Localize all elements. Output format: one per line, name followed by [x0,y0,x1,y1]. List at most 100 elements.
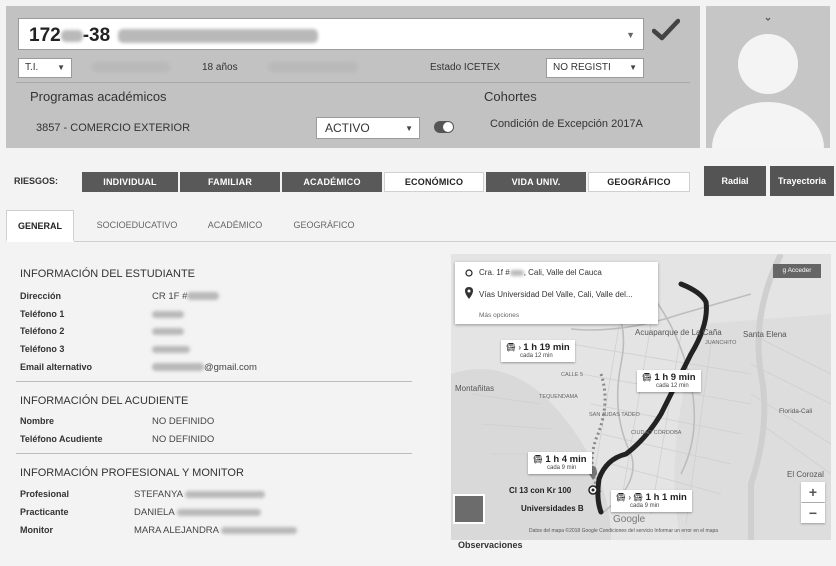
check-icon[interactable] [652,18,680,42]
tab-academic[interactable]: ACADÉMICO [194,210,276,242]
more-options-link[interactable]: Más opciones [479,312,519,319]
zoom-in-button[interactable]: + [801,482,825,502]
chevron-down-icon: ▼ [626,30,635,40]
risk-family-button[interactable]: FAMILIAR [180,172,280,192]
map-place-label: CIUDAD CÓRDOBA [631,430,682,436]
icetex-label: Estado ICETEX [430,62,501,73]
program-name: 3857 - COMERCIO EXTERIOR [36,122,191,134]
bus-icon: 🚍︎ › 🚍︎ [616,493,646,502]
transit-option-3[interactable]: 🚍︎ 1 h 4 min cada 9 min [528,452,592,474]
phone2-label: Teléfono 2 [20,326,65,336]
guardian-phone-label: Teléfono Acudiente [20,434,103,444]
guardian-phone-value: NO DEFINIDO [152,434,215,445]
transit-frequency: cada 12 min [656,383,689,389]
map-attribution: Datos del mapa ©2018 Google Condiciones … [529,528,719,534]
tab-bar: GENERAL SOCIOEDUCATIVO ACADÉMICO GEOGRÁF… [6,210,836,242]
tab-socioeducational[interactable]: SOCIOEDUCATIVO [84,210,190,242]
student-selector[interactable]: 172 -38 ▼ [18,18,644,50]
programs-heading: Programas académicos [30,89,167,104]
radial-button[interactable]: Radial [704,166,766,196]
redacted-name [118,28,319,43]
sign-in-button[interactable]: g Acceder [773,264,821,278]
google-logo: Google [613,514,646,525]
trajectory-button[interactable]: Trayectoria [770,166,834,196]
risk-university-life-button[interactable]: VIDA UNIV. [486,172,586,192]
map-place-label: Santa Elena [743,330,787,339]
user-silhouette-icon [712,17,824,148]
guardian-info-title: INFORMACIÓN DEL ACUDIENTE [20,395,189,407]
satellite-toggle[interactable] [453,494,485,524]
doc-type-select[interactable]: T.I. ▼ [18,58,72,78]
redacted-origin [509,269,524,276]
bus-icon: 🚍︎ [533,455,546,464]
student-code-tail: -38 [82,25,111,46]
professional-label: Profesional [20,489,70,499]
map-place-label: Montañitas [455,384,495,393]
transit-frequency: cada 9 min [547,465,577,471]
divider [16,381,412,382]
destination-address: Vías Universidad Del Valle, Cali, Valle … [479,290,633,299]
icetex-select[interactable]: NO REGISTI ▼ [546,58,644,78]
transit-frequency: cada 12 min [520,353,553,359]
icetex-value: NO REGISTI [553,62,611,73]
directions-panel[interactable]: Cra. 1f # , Cali, Valle del Cauca Vías Un… [455,262,658,324]
chevron-down-icon: ▼ [629,63,637,72]
map-place-label: Cl 13 con Kr 100 [509,486,572,495]
address-prefix: CR 1F # [152,291,188,302]
tab-general[interactable]: GENERAL [6,210,74,242]
map-place-label: SAN JUDAS TADEO [589,412,640,418]
redacted-phone2 [152,328,184,335]
monitor-value: MARA ALEJANDRA [134,525,298,536]
program-status-select[interactable]: ACTIVO ▼ [316,117,420,139]
map-place-label: Universidades B [521,504,584,513]
origin-address: Cra. 1f # , Cali, Valle del Cauca [479,268,602,277]
risk-geographic-button[interactable]: GEOGRÁFICO [588,172,690,192]
origin-text: Cra. 1f # [479,268,510,277]
phone3-label: Teléfono 3 [20,344,65,354]
program-status-value: ACTIVO [325,121,370,135]
transit-time: 1 h 4 min [545,454,587,465]
origin-tail: , Cali, Valle del Cauca [523,268,602,277]
redacted-email [268,62,358,72]
guardian-name-value: NO DEFINIDO [152,416,215,427]
avatar [706,6,830,148]
risk-economic-button[interactable]: ECONÓMICO [384,172,484,192]
redacted-code [60,29,83,42]
transit-option-1[interactable]: 🚍︎ › 1 h 19 min cada 12 min [501,340,575,362]
transit-frequency: cada 9 min [630,503,660,509]
monitor-label: Monitor [20,525,53,535]
transit-option-4[interactable]: 🚍︎ › 🚍︎ 1 h 1 min cada 9 min [611,490,692,512]
intern-value: DANIELA [134,507,261,518]
risk-individual-button[interactable]: INDIVIDUAL [82,172,178,192]
transit-time: 1 h 19 min [523,342,570,353]
cohort-name: Condición de Excepción 2017A [490,118,643,130]
risks-label: RIESGOS: [14,176,59,186]
risk-academic-button[interactable]: ACADÉMICO [282,172,382,192]
professional-value: STEFANYA [134,489,266,500]
transit-time: 1 h 9 min [654,372,696,383]
zoom-out-button[interactable]: − [801,503,825,523]
redacted-surname [185,490,266,498]
sign-in-label: Acceder [787,267,812,274]
divider [16,82,690,83]
monitor-name: MARA ALEJANDRA [134,525,219,536]
student-name-text: 172 -38 [29,25,319,47]
student-info-panel: 172 -38 ▼ T.I. ▼ 18 años Estado ICETEX NO… [6,6,700,148]
redacted-surname [221,526,298,534]
intern-name: DANIELA [134,507,175,518]
map-place-label: TEQUENDAMA [539,394,578,400]
alt-email-value: @gmail.com [152,362,257,373]
route-map[interactable]: Cra. 1f # , Cali, Valle del Cauca Vías Un… [451,254,831,540]
monitor-info-title: INFORMACIÓN PROFESIONAL Y MONITOR [20,467,244,479]
transit-option-2[interactable]: 🚍︎ 1 h 9 min cada 12 min [637,370,701,392]
address-label: Dirección [20,291,62,301]
origin-dot-icon [465,269,473,277]
program-active-toggle[interactable] [434,121,454,133]
tab-geographic[interactable]: GEOGRÁFICO [280,210,368,242]
redacted-email-user [152,363,204,372]
phone1-label: Teléfono 1 [20,309,65,319]
map-place-label: Florida-Cali [779,408,813,415]
risks-bar: RIESGOS: INDIVIDUAL FAMILIAR ACADÉMICO E… [0,162,836,202]
redacted-address [187,292,220,301]
cohorts-heading: Cohortes [484,89,537,104]
